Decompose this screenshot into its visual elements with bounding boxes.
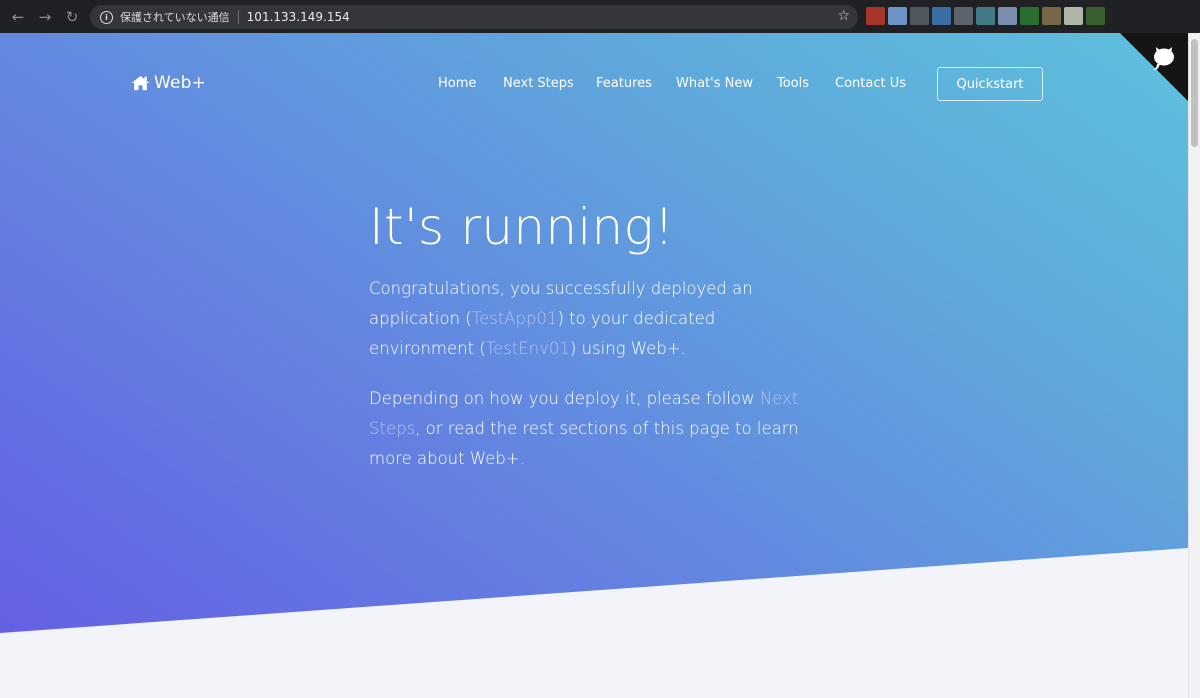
nav-link-features[interactable]: Features [596,76,652,91]
browser-toolbar: ← → ↻ i 保護されていない通信 101.133.149.154 ☆ [0,0,1200,33]
next-text-b: , or read the rest sections of this page… [369,419,799,468]
extension-icon[interactable] [1064,7,1083,25]
extension-icon[interactable] [932,7,951,25]
nav-link-contact-us[interactable]: Contact Us [835,76,906,91]
extension-icon[interactable] [998,7,1017,25]
hero-intro-paragraph: Congratulations, you successfully deploy… [369,274,809,364]
app-name: TestApp01 [471,309,558,328]
extension-icon[interactable] [1086,7,1105,25]
scrollbar-thumb[interactable] [1191,39,1198,147]
back-arrow-icon[interactable]: ← [5,4,31,30]
github-corner-icon[interactable] [1120,33,1188,101]
page-scrollbar[interactable] [1188,33,1200,698]
hero-title: It's running! [369,198,675,256]
extension-icon[interactable] [910,7,929,25]
omnibox-divider [237,10,239,24]
hero-next-paragraph: Depending on how you deploy it, please f… [369,384,809,474]
nav-link-whats-new[interactable]: What's New [676,76,753,91]
nav-link-home[interactable]: Home [438,76,476,91]
url-text[interactable]: 101.133.149.154 [247,10,350,24]
security-status[interactable]: 保護されていない通信 [120,9,230,25]
quickstart-button[interactable]: Quickstart [937,67,1043,101]
info-icon[interactable]: i [100,10,113,24]
env-name: TestEnv01 [485,339,570,358]
extension-icon[interactable] [954,7,973,25]
extension-icon[interactable] [1042,7,1061,25]
nav-link-next-steps[interactable]: Next Steps [503,76,574,91]
extension-icon[interactable] [1020,7,1039,25]
intro-text-c: ) using Web+. [569,339,686,358]
extension-icon[interactable] [888,7,907,25]
extension-icons [866,7,1105,25]
extension-icon[interactable] [976,7,995,25]
reload-icon[interactable]: ↻ [59,4,85,30]
extension-icon[interactable] [866,7,885,25]
address-bar[interactable]: i 保護されていない通信 101.133.149.154 ☆ [90,5,858,29]
nav-link-tools[interactable]: Tools [777,76,809,91]
next-text-a: Depending on how you deploy it, please f… [369,389,760,408]
page-viewport: Web+ Home Next Steps Features What's New… [0,33,1188,698]
bookmark-star-icon[interactable]: ☆ [837,8,850,24]
forward-arrow-icon[interactable]: → [32,4,58,30]
